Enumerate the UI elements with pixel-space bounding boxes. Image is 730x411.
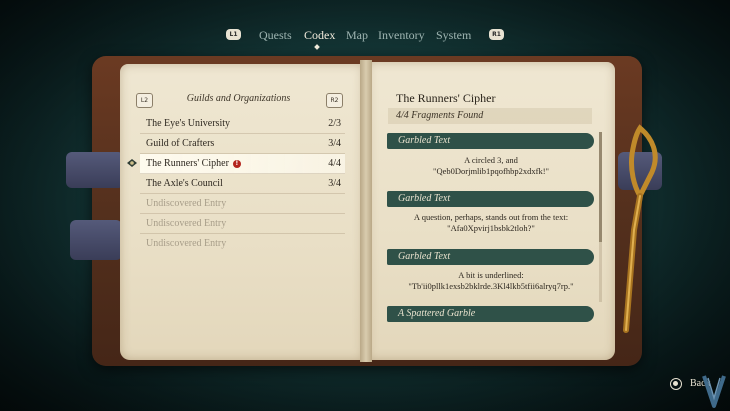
codex-entry-runners-cipher[interactable]: The Runners' Cipher! 4/4 bbox=[140, 154, 345, 174]
codex-entry-undiscovered[interactable]: Undiscovered Entry bbox=[140, 194, 345, 214]
fountain-pen-icon bbox=[623, 124, 658, 333]
selection-cursor-icon bbox=[127, 159, 137, 167]
entry-count: 3/4 bbox=[328, 178, 341, 189]
top-nav: L1 Quests Codex Map Inventory System R1 bbox=[0, 26, 730, 50]
fragments-found-text: 4/4 Fragments Found bbox=[396, 110, 484, 121]
entry-name: Undiscovered Entry bbox=[146, 238, 227, 249]
cipher-text: "Afa0Xpvirj1bsbk2tloh?" bbox=[447, 223, 535, 233]
fragments-found-bar: 4/4 Fragments Found bbox=[388, 108, 592, 124]
category-header: L2 Guilds and Organizations R2 bbox=[136, 92, 343, 108]
section-heading: A Spattered Garble bbox=[398, 308, 476, 319]
section-banner: A Spattered Garble bbox=[387, 306, 594, 322]
cipher-text: "Tb'ii0pllk1exsb2bklrde.3Kl4lkb5tfii6alr… bbox=[408, 281, 574, 291]
codex-entry-axles-council[interactable]: The Axle's Council 3/4 bbox=[140, 174, 345, 194]
new-alert-icon: ! bbox=[232, 160, 241, 168]
book-strap-left-upper bbox=[66, 152, 124, 188]
description-line: A bit is underlined: bbox=[458, 270, 524, 280]
section-banner: Garbled Text bbox=[387, 249, 594, 265]
r1-button-hint[interactable]: R1 bbox=[489, 29, 504, 40]
entry-name-text: The Runners' Cipher bbox=[146, 158, 229, 169]
description-line: A question, perhaps, stands out from the… bbox=[413, 212, 569, 222]
section-description: A question, perhaps, stands out from the… bbox=[388, 212, 594, 234]
tab-codex[interactable]: Codex bbox=[304, 28, 335, 43]
section-banner: Garbled Text bbox=[387, 191, 594, 207]
entry-count: 2/3 bbox=[328, 118, 341, 129]
section-banner: Garbled Text bbox=[387, 133, 594, 149]
active-tab-marker bbox=[314, 44, 320, 50]
book-spine bbox=[360, 60, 372, 362]
entry-name: The Runners' Cipher! bbox=[146, 158, 241, 169]
entry-name: Guild of Crafters bbox=[146, 138, 215, 149]
description-line: A circled 3, and bbox=[464, 155, 518, 165]
entry-name: Undiscovered Entry bbox=[146, 218, 227, 229]
entry-name: The Eye's University bbox=[146, 118, 231, 129]
r2-button-hint[interactable]: R2 bbox=[326, 93, 343, 108]
entry-name: The Axle's Council bbox=[146, 178, 223, 189]
section-heading: Garbled Text bbox=[398, 135, 451, 146]
l1-button-hint[interactable]: L1 bbox=[226, 29, 241, 40]
cipher-text: "Qeb0Dorjmlib1pqofhbp2xdxfk!" bbox=[432, 166, 549, 176]
tab-map[interactable]: Map bbox=[346, 28, 368, 43]
entry-detail-title: The Runners' Cipher bbox=[396, 91, 496, 105]
section-description: A circled 3, and "Qeb0Dorjmlib1pqofhbp2x… bbox=[388, 155, 594, 177]
codex-entry-undiscovered[interactable]: Undiscovered Entry bbox=[140, 234, 345, 253]
entry-count: 3/4 bbox=[328, 138, 341, 149]
entry-name: Undiscovered Entry bbox=[146, 198, 227, 209]
category-title: Guilds and Organizations bbox=[186, 93, 291, 104]
section-heading: Garbled Text bbox=[398, 193, 451, 204]
tab-system[interactable]: System bbox=[436, 28, 471, 43]
tab-inventory[interactable]: Inventory bbox=[378, 28, 425, 43]
book-strap-left-lower bbox=[70, 220, 122, 260]
codex-entry-undiscovered[interactable]: Undiscovered Entry bbox=[140, 214, 345, 234]
codex-entry-eyes-university[interactable]: The Eye's University 2/3 bbox=[140, 114, 345, 134]
entry-count: 4/4 bbox=[328, 158, 341, 169]
circle-button-icon bbox=[670, 378, 682, 390]
codex-entry-guild-of-crafters[interactable]: Guild of Crafters 3/4 bbox=[140, 134, 345, 154]
section-heading: Garbled Text bbox=[398, 251, 451, 262]
tab-quests[interactable]: Quests bbox=[259, 28, 292, 43]
corner-emblem-icon bbox=[702, 375, 726, 408]
section-description: A bit is underlined: "Tb'ii0pllk1exsb2bk… bbox=[388, 270, 594, 292]
